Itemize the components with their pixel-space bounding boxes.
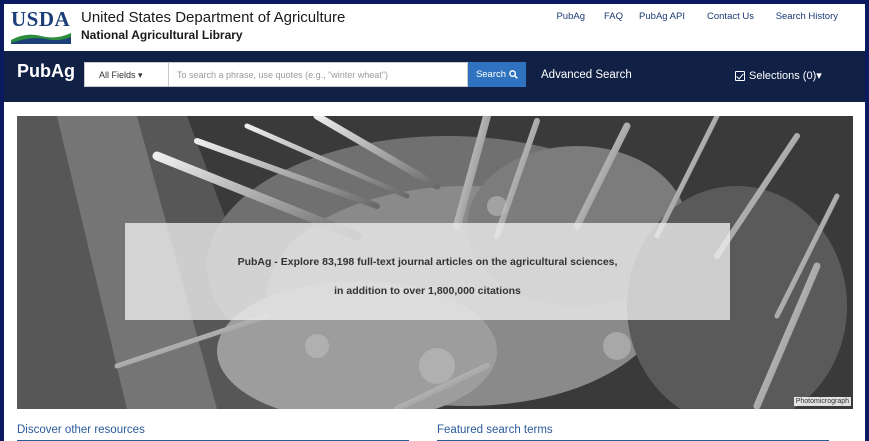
library-title: National Agricultural Library [81, 28, 243, 42]
search-button-label: Search [475, 69, 507, 80]
discover-resources-heading[interactable]: Discover other resources [17, 424, 409, 441]
photo-credit: Photomicrograph [793, 397, 851, 406]
hero-subline: in addition to over 1,800,000 citations [334, 285, 521, 297]
hero-text-box: PubAg - Explore 83,198 full-text journal… [125, 223, 730, 320]
top-link-search-history[interactable]: Search History [776, 11, 838, 22]
usda-logo-hills-icon [11, 33, 71, 44]
usda-logo-text: USDA [11, 7, 71, 31]
selections-dropdown[interactable]: Selections (0)▾ [735, 69, 822, 82]
selections-label: Selections (0)▾ [749, 70, 822, 82]
search-icon [509, 70, 518, 79]
hero-headline: PubAg - Explore 83,198 full-text journal… [237, 256, 618, 268]
field-select[interactable]: All Fields ▾ [84, 62, 168, 87]
site-header: USDA United States Department of Agricul… [4, 4, 865, 46]
page-frame: USDA United States Department of Agricul… [4, 4, 865, 441]
hero-banner: PubAg - Explore 83,198 full-text journal… [17, 116, 853, 409]
top-link-faq[interactable]: FAQ [604, 11, 623, 22]
brand-pubag[interactable]: PubAg [17, 61, 75, 82]
top-link-pubag[interactable]: PubAg [556, 11, 585, 22]
top-link-contact-us[interactable]: Contact Us [707, 11, 754, 22]
featured-search-terms-heading[interactable]: Featured search terms [437, 424, 829, 441]
advanced-search-link[interactable]: Advanced Search [541, 69, 632, 81]
search-navbar: PubAg All Fields ▾ Search Advanced Searc… [4, 51, 865, 102]
top-link-pubag-api[interactable]: PubAg API [639, 11, 685, 22]
checkbox-icon [735, 70, 745, 81]
search-button[interactable]: Search [468, 62, 526, 87]
search-input[interactable] [168, 62, 468, 87]
usda-logo[interactable]: USDA [11, 8, 73, 44]
department-title: United States Department of Agriculture [81, 9, 346, 26]
